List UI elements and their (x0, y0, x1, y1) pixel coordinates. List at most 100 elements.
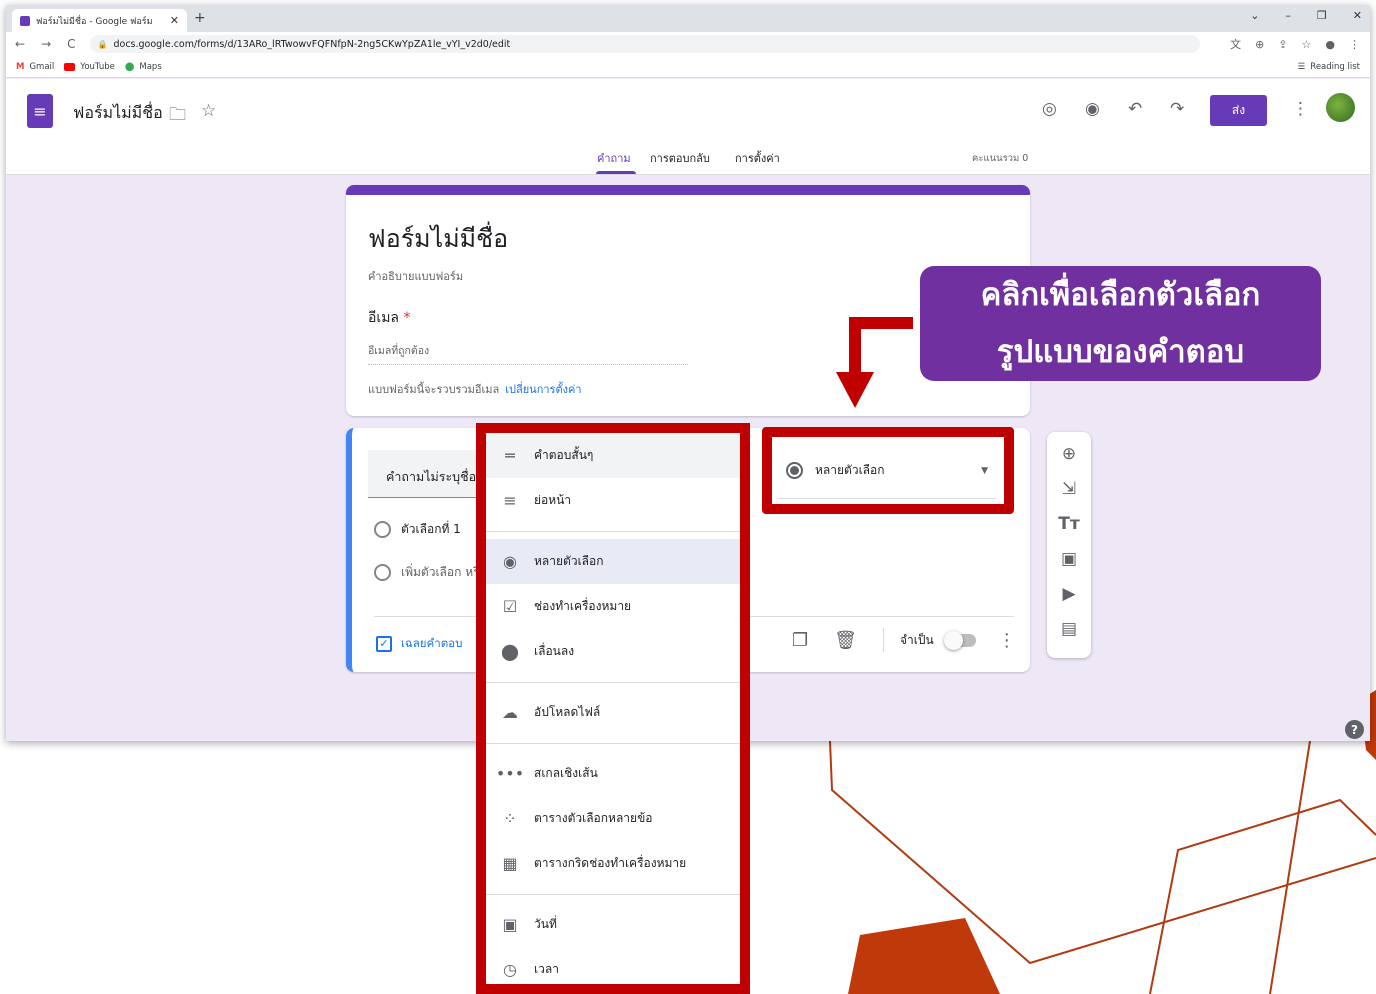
profile-icon[interactable]: ● (1325, 38, 1335, 51)
menu-item-time[interactable]: ◷ เวลา (486, 947, 740, 984)
add-title-icon[interactable]: Tт (1058, 514, 1079, 534)
delete-icon[interactable]: 🗑 (834, 630, 857, 651)
menu-item-dropdown[interactable]: ⬤ เลื่อนลง (486, 629, 740, 674)
bookmark-maps[interactable]: ⬤ Maps (125, 62, 162, 72)
add-video-icon[interactable]: ▶ (1062, 584, 1075, 604)
form-description[interactable]: คำอธิบายแบบฟอร์ม (368, 267, 463, 285)
option-label: ตัวเลือกที่ 1 (401, 522, 461, 536)
close-window-button[interactable]: ✕ (1353, 9, 1362, 22)
back-icon[interactable]: ← (15, 37, 25, 51)
duplicate-icon[interactable]: ❐ (792, 630, 808, 651)
browser-tab[interactable]: ฟอร์มไม่มีชื่อ - Google ฟอร์ม ✕ (12, 9, 187, 32)
menu-item-label: คำตอบสั้นๆ (534, 448, 594, 462)
menu-item-label: อัปโหลดไฟล์ (534, 705, 601, 719)
star-icon[interactable]: ☆ (201, 101, 216, 121)
required-mark: * (403, 310, 411, 326)
option-row[interactable]: ตัวเลือกที่ 1 (374, 520, 461, 539)
question-more-icon[interactable]: ⋮ (998, 630, 1016, 651)
reading-list[interactable]: ☰ Reading list (1298, 62, 1360, 72)
zoom-icon[interactable]: ⊕ (1255, 38, 1264, 51)
url-input[interactable]: 🔒 docs.google.com/forms/d/13ARo_lRTwowvF… (89, 35, 1200, 53)
menu-item-file-upload[interactable]: ☁ อัปโหลดไฟล์ (486, 690, 740, 735)
bookmark-label: Gmail (29, 61, 55, 72)
menu-item-linear-scale[interactable]: ••• สเกลเชิงเส้น (486, 751, 740, 796)
import-questions-icon[interactable]: ⇲ (1062, 479, 1076, 499)
menu-item-label: ตารางกริดช่องทำเครื่องหมาย (534, 856, 687, 870)
add-question-icon[interactable]: ⊕ (1062, 444, 1076, 464)
checkbox-icon: ☑ (502, 597, 518, 616)
more-options-icon[interactable]: ⋮ (1292, 99, 1309, 119)
redo-icon[interactable]: ↷ (1170, 99, 1184, 119)
menu-item-short-answer[interactable]: ═ คำตอบสั้นๆ (486, 433, 740, 478)
forms-header: ≡ ฟอร์มไม่มีชื่อ 🗀 ☆ ◎ ◉ ↶ ↷ ส่ง ⋮ คำถาม… (6, 79, 1370, 175)
email-field: อีเมลที่ถูกต้อง (368, 342, 688, 365)
menu-item-checkbox-grid[interactable]: ▦ ตารางกริดช่องทำเครื่องหมาย (486, 841, 740, 886)
linear-scale-icon: ••• (495, 764, 525, 783)
menu-item-label: เวลา (534, 962, 559, 976)
preview-eye-icon[interactable]: ◉ (1085, 99, 1100, 119)
menu-item-paragraph[interactable]: ≡ ย่อหน้า (486, 478, 740, 523)
bookmark-label: Maps (139, 61, 162, 72)
radio-selected-icon (786, 462, 803, 479)
bookmark-gmail[interactable]: M Gmail (16, 62, 54, 72)
undo-icon[interactable]: ↶ (1128, 99, 1142, 119)
menu-item-label: ช่องทำเครื่องหมาย (534, 599, 632, 613)
add-image-icon[interactable]: ▣ (1061, 549, 1077, 569)
bookmarks-bar: M Gmail YouTube ⬤ Maps ☰ Reading list (6, 56, 1370, 78)
menu-divider (486, 531, 740, 532)
form-title[interactable]: ฟอร์มไม่มีชื่อ (368, 219, 508, 259)
tab-questions[interactable]: คำถาม (597, 149, 631, 167)
menu-item-multiple-choice-grid[interactable]: ⁘ ตารางตัวเลือกหลายข้อ (486, 796, 740, 841)
folder-icon[interactable]: 🗀 (169, 102, 186, 131)
radio-icon: ◉ (503, 552, 517, 571)
menu-item-checkboxes[interactable]: ☑ ช่องทำเครื่องหมาย (486, 584, 740, 629)
callout-line-1: คลิกเพื่อเลือกตัวเลือก (980, 277, 1261, 313)
reload-icon[interactable]: C (67, 37, 75, 51)
menu-divider (486, 682, 740, 683)
bookmark-youtube[interactable]: YouTube (64, 62, 115, 72)
tab-search-icon[interactable]: ⌄ (1250, 9, 1259, 22)
floating-toolbar: ⊕ ⇲ Tт ▣ ▶ ▤ (1047, 432, 1091, 658)
question-type-dropdown[interactable]: หลายตัวเลือก ▼ (762, 427, 1014, 514)
question-tools: ❐ 🗑 จำเป็น ⋮ (792, 628, 1016, 652)
active-tab-indicator (596, 171, 636, 174)
instruction-callout: คลิกเพื่อเลือกตัวเลือก รูปแบบของคำตอบ (920, 266, 1321, 381)
add-option-row[interactable]: เพิ่มตัวเลือก หรือ (374, 563, 487, 582)
avatar[interactable] (1326, 93, 1355, 122)
menu-item-label: เลื่อนลง (534, 644, 575, 658)
minimize-button[interactable]: – (1285, 9, 1291, 22)
menu-item-date[interactable]: ▣ วันที่ (486, 902, 740, 947)
question-title-input[interactable]: คำถามไม่ระบุชื่อ (368, 450, 486, 498)
forward-icon[interactable]: → (41, 37, 51, 51)
menu-item-multiple-choice[interactable]: ◉ หลายตัวเลือก (486, 539, 740, 584)
share-icon[interactable]: ⇪ (1278, 38, 1287, 51)
app-title[interactable]: ฟอร์มไม่มีชื่อ (73, 101, 163, 126)
reading-list-label: Reading list (1310, 61, 1360, 72)
help-icon[interactable]: ? (1345, 720, 1364, 739)
translate-icon[interactable]: 文 (1230, 36, 1241, 52)
send-button[interactable]: ส่ง (1210, 95, 1267, 126)
change-settings-link[interactable]: เปลี่ยนการตั้งค่า (505, 383, 581, 396)
new-tab-button[interactable]: + (194, 10, 206, 26)
palette-icon[interactable]: ◎ (1042, 99, 1057, 119)
email-label: อีเมล * (368, 307, 410, 329)
question-type-label: หลายตัวเลือก (815, 463, 885, 477)
tab-settings[interactable]: การตั้งค่า (735, 149, 780, 167)
browser-menu-icon[interactable]: ⋮ (1349, 38, 1360, 51)
menu-item-label: หลายตัวเลือก (534, 554, 604, 568)
add-section-icon[interactable]: ▤ (1061, 619, 1077, 639)
grid-icon: ▦ (502, 854, 518, 873)
bookmark-star-icon[interactable]: ☆ (1302, 38, 1312, 51)
menu-item-label: ตารางตัวเลือกหลายข้อ (534, 811, 653, 825)
bookmark-label: YouTube (80, 61, 115, 72)
tab-close-icon[interactable]: ✕ (170, 14, 179, 27)
tools-divider (883, 628, 884, 652)
required-toggle[interactable] (943, 630, 976, 650)
required-label: จำเป็น (900, 632, 934, 647)
email-label-text: อีเมล (368, 310, 400, 326)
answer-key-button[interactable]: ✓ เฉลยคำตอบ (376, 635, 462, 653)
paragraph-icon: ≡ (503, 491, 517, 510)
restore-button[interactable]: ❐ (1317, 9, 1327, 22)
forms-logo-icon[interactable]: ≡ (27, 94, 53, 128)
tab-responses[interactable]: การตอบกลับ (650, 149, 710, 167)
